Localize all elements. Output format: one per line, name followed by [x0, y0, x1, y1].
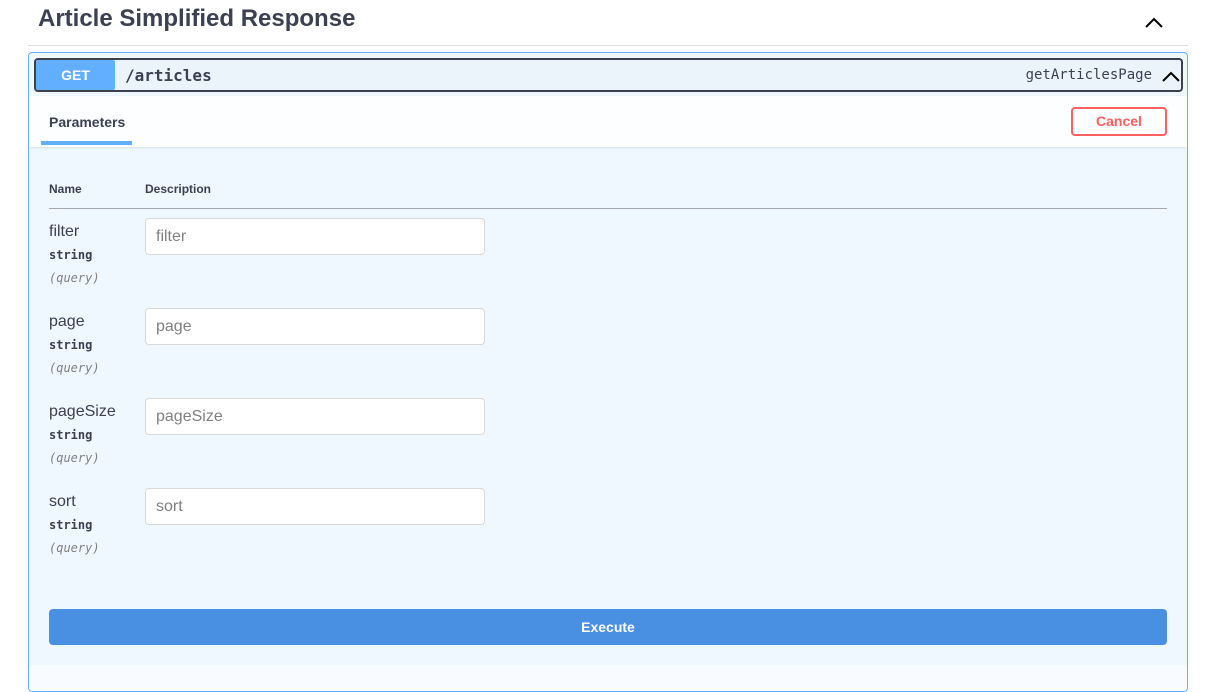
execute-button[interactable]: Execute: [49, 609, 1167, 645]
parameter-location: (query): [49, 271, 100, 285]
column-header-name: Name: [49, 182, 82, 196]
http-method-badge: GET: [36, 60, 115, 90]
operation-block: GET /articles getArticlesPage Parameters…: [28, 52, 1188, 692]
sort-input[interactable]: [145, 488, 485, 525]
parameters-header: Parameters Cancel: [29, 96, 1187, 147]
parameter-name: filter: [49, 223, 80, 240]
section-title: Article Simplified Response: [38, 5, 356, 32]
section-header: Article Simplified Response: [28, 0, 1188, 46]
column-header-description: Description: [145, 182, 212, 196]
parameter-type: string: [49, 518, 93, 532]
tab-parameters-label: Parameters: [49, 114, 126, 130]
page-input[interactable]: [145, 308, 485, 345]
parameter-type: string: [49, 338, 93, 352]
parameter-name: pageSize: [49, 403, 116, 420]
operation-id: getArticlesPage: [1025, 67, 1152, 83]
pagesize-input[interactable]: [145, 398, 485, 435]
responses-section-edge: [29, 665, 1187, 691]
operation-collapse-button[interactable]: [1161, 68, 1181, 84]
parameters-table-header: Name Description: [49, 178, 1167, 209]
section-collapse-button[interactable]: [1144, 14, 1164, 30]
chevron-up-icon: [1145, 17, 1163, 28]
filter-input[interactable]: [145, 218, 485, 255]
parameter-row-sort: sort string (query): [49, 488, 1167, 573]
tab-parameters[interactable]: Parameters: [41, 96, 132, 145]
chevron-up-icon: [1162, 71, 1180, 82]
parameter-row-pagesize: pageSize string (query): [49, 398, 1167, 483]
parameter-type: string: [49, 428, 93, 442]
parameter-row-filter: filter string (query): [49, 218, 1167, 303]
operation-summary[interactable]: GET /articles getArticlesPage: [34, 58, 1183, 92]
parameter-name: page: [49, 313, 85, 330]
parameter-location: (query): [49, 541, 100, 555]
parameter-location: (query): [49, 361, 100, 375]
cancel-button[interactable]: Cancel: [1071, 107, 1167, 136]
operation-path: /articles: [125, 66, 212, 85]
parameter-location: (query): [49, 451, 100, 465]
parameter-name: sort: [49, 493, 76, 510]
parameter-row-page: page string (query): [49, 308, 1167, 393]
parameter-type: string: [49, 248, 93, 262]
